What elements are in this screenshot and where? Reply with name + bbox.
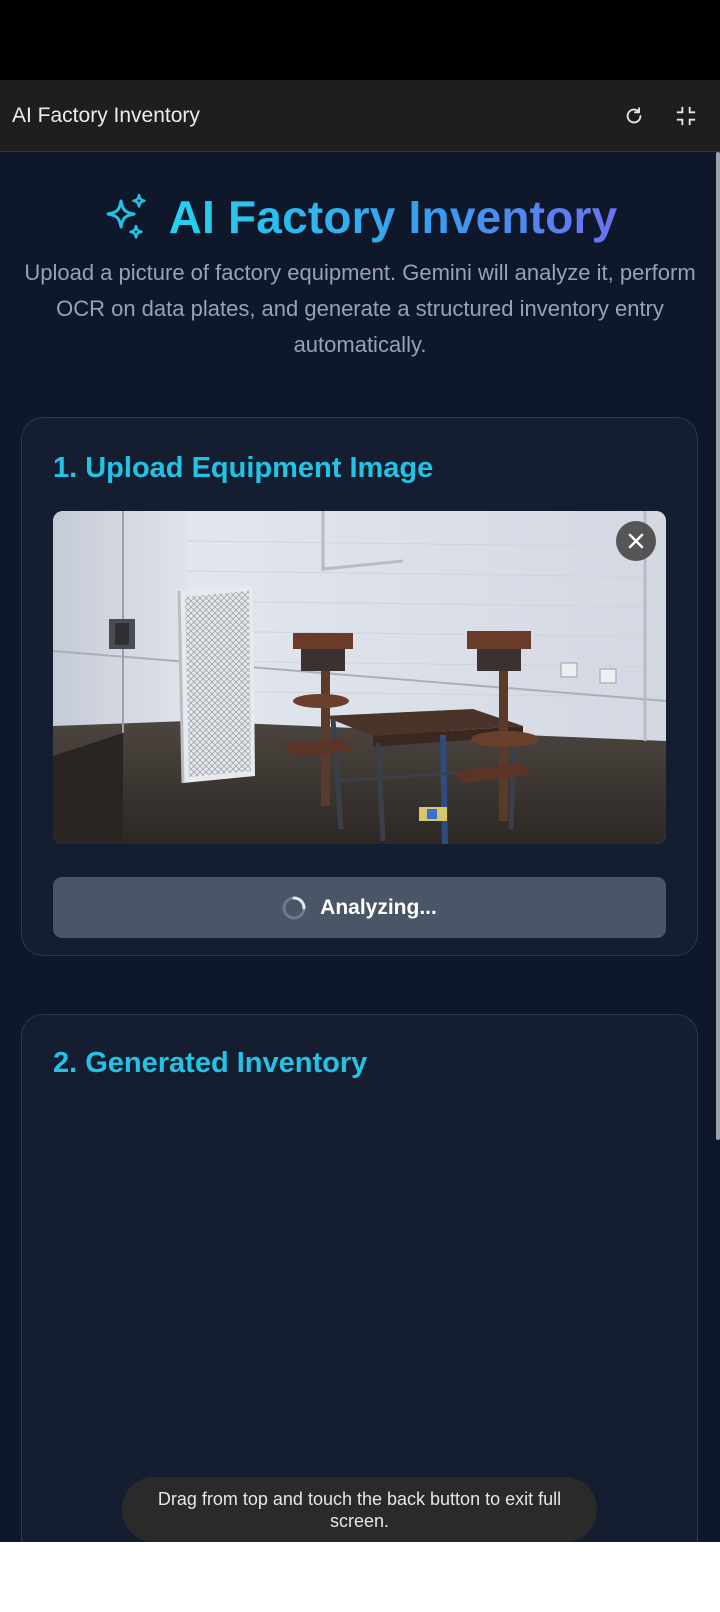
equipment-image-preview bbox=[53, 511, 666, 844]
status-bar bbox=[0, 0, 720, 80]
page-subtitle: Upload a picture of factory equipment. G… bbox=[24, 260, 696, 357]
page-title: AI Factory Inventory bbox=[168, 191, 618, 243]
app-bar-title: AI Factory Inventory bbox=[12, 103, 200, 127]
exit-fullscreen-icon bbox=[676, 106, 696, 125]
analyze-button-label: Analyzing... bbox=[320, 895, 437, 919]
equipment-photo bbox=[53, 511, 666, 844]
app-bar: AI Factory Inventory bbox=[0, 80, 720, 152]
toast-message: Drag from top and touch the back button … bbox=[157, 1488, 562, 1531]
reload-icon bbox=[626, 106, 642, 123]
upload-card: 1. Upload Equipment Image Analyzing... bbox=[21, 417, 698, 956]
close-icon bbox=[628, 533, 644, 549]
inventory-card: 2. Generated Inventory bbox=[21, 1014, 698, 1542]
hero-title-row: AI Factory Inventory bbox=[0, 190, 720, 244]
reload-button[interactable] bbox=[610, 92, 658, 140]
upload-heading: 1. Upload Equipment Image bbox=[53, 452, 434, 484]
sparkles-icon bbox=[106, 193, 146, 239]
main-content[interactable]: AI Factory Inventory Upload a picture of… bbox=[0, 152, 720, 1542]
fullscreen-toast: Drag from top and touch the back button … bbox=[122, 1477, 597, 1542]
scrollbar[interactable] bbox=[716, 152, 720, 1140]
remove-image-button[interactable] bbox=[616, 521, 656, 561]
bottom-area bbox=[0, 1542, 720, 1612]
analyze-button[interactable]: Analyzing... bbox=[53, 877, 666, 938]
exit-fullscreen-button[interactable] bbox=[662, 92, 710, 140]
spinner-icon bbox=[282, 896, 306, 919]
inventory-heading: 2. Generated Inventory bbox=[53, 1047, 368, 1079]
